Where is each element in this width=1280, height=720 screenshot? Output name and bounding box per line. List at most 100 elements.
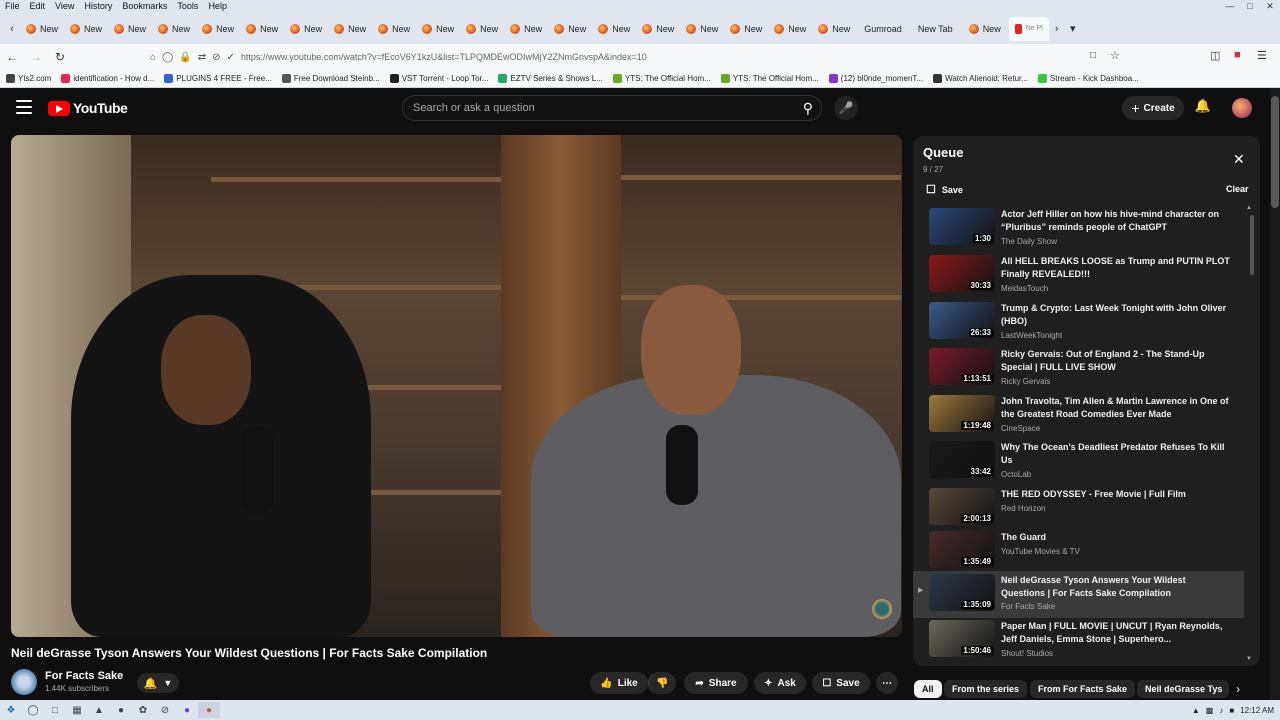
browser-tab[interactable]: New: [768, 17, 812, 41]
browser-tab[interactable]: New Tab: [910, 17, 961, 41]
mic-icon[interactable]: 🎤: [834, 96, 858, 120]
avatar[interactable]: [1232, 98, 1252, 118]
app-icon[interactable]: ●: [110, 702, 132, 718]
lock-icon[interactable]: 🔒: [179, 52, 191, 63]
volume-icon[interactable]: ♪: [1219, 706, 1223, 715]
bookmark-item[interactable]: Free Download Steinb...: [281, 74, 380, 83]
tray-chevron-icon[interactable]: ▲: [1192, 706, 1200, 715]
notifications-icon[interactable]: 🔔: [1193, 98, 1213, 118]
browser-tab[interactable]: Gumroad: [856, 17, 910, 41]
menu-icon[interactable]: [16, 100, 32, 114]
bookmark-item[interactable]: PLUGINS 4 FREE - Free...: [164, 74, 272, 83]
queue-item[interactable]: 1:13:51 Ricky Gervais: Out of England 2 -…: [913, 348, 1244, 394]
queue-item[interactable]: 1:30 Actor Jeff Hiller on how his hive-mi…: [913, 208, 1244, 254]
queue-thumbnail[interactable]: 1:35:49: [929, 531, 995, 568]
queue-item-title[interactable]: Why The Ocean's Deadliest Predator Refus…: [1001, 441, 1231, 467]
menu-item[interactable]: Help: [203, 0, 232, 13]
browser-tab[interactable]: New: [108, 17, 152, 41]
extensions-icon[interactable]: ◫: [1210, 49, 1220, 62]
queue-thumbnail[interactable]: 1:30: [929, 208, 995, 245]
save-button[interactable]: ☐ Save: [812, 672, 870, 694]
app-icon[interactable]: ✿: [132, 702, 154, 718]
start-icon[interactable]: ❖: [0, 702, 22, 718]
like-button[interactable]: 👍 Like: [590, 672, 648, 694]
more-actions-button[interactable]: ⋯: [876, 672, 898, 694]
queue-item[interactable]: 1:19:48 John Travolta, Tim Allen & Martin…: [913, 395, 1244, 441]
queue-thumbnail[interactable]: 1:19:48: [929, 395, 995, 432]
queue-item-title[interactable]: Paper Man | FULL MOVIE | UNCUT | Ryan Re…: [1001, 620, 1231, 646]
browser-tab[interactable]: New: [196, 17, 240, 41]
browser-tab[interactable]: New: [592, 17, 636, 41]
channel-avatar[interactable]: [11, 669, 37, 695]
queue-thumbnail[interactable]: 30:33: [929, 255, 995, 292]
browser-tab[interactable]: New: [328, 17, 372, 41]
maximize-icon[interactable]: □: [1240, 0, 1260, 13]
browser-tab[interactable]: New: [460, 17, 504, 41]
queue-thumbnail[interactable]: 1:35:09: [929, 574, 995, 611]
bookmark-item[interactable]: (12) bl0nde_momenT...: [828, 74, 923, 83]
browser-tab[interactable]: New: [504, 17, 548, 41]
reload-icon[interactable]: ↻: [48, 50, 72, 64]
queue-thumbnail[interactable]: 33:42: [929, 441, 995, 478]
filter-chip[interactable]: From For Facts Sake: [1030, 680, 1136, 698]
queue-item[interactable]: 30:33 All HELL BREAKS LOOSE as Trump and …: [913, 255, 1244, 301]
queue-item-title[interactable]: Ricky Gervais: Out of England 2 - The St…: [1001, 348, 1231, 374]
queue-item[interactable]: ▶ 1:35:09 Neil deGrasse Tyson Answers Your…: [913, 571, 1244, 618]
browser-tab[interactable]: New: [636, 17, 680, 41]
channel-name[interactable]: For Facts Sake: [45, 670, 123, 682]
queue-item-title[interactable]: THE RED ODYSSEY - Free Movie | Full Film: [1001, 488, 1231, 501]
browser-tab[interactable]: New: [20, 17, 64, 41]
app-icon[interactable]: ⊘: [154, 702, 176, 718]
app-menu-icon[interactable]: ☰: [1257, 49, 1267, 62]
queue-item-title[interactable]: Trump & Crypto: Last Week Tonight with J…: [1001, 302, 1231, 328]
queue-clear-button[interactable]: Clear: [1226, 184, 1249, 194]
browser-tab[interactable]: New: [416, 17, 460, 41]
browser-tab[interactable]: New: [64, 17, 108, 41]
subscription-bell-button[interactable]: 🔔 ▼: [137, 673, 179, 693]
close-icon[interactable]: ✕: [1233, 151, 1245, 168]
app-icon[interactable]: ●: [176, 702, 198, 718]
browser-tab[interactable]: New: [548, 17, 592, 41]
url-bar[interactable]: ⌂ ◯ 🔒 ⇄ ⊘ ✓ https://www.youtube.com/watc…: [150, 47, 1130, 67]
scroll-down-icon[interactable]: ▼: [1246, 656, 1252, 662]
minimize-icon[interactable]: —: [1220, 0, 1240, 13]
active-tab[interactable]: Ne Pl: [1008, 16, 1049, 41]
filter-chip[interactable]: From the series: [944, 680, 1028, 698]
queue-item-title[interactable]: The Guard: [1001, 531, 1231, 544]
back-icon[interactable]: ←: [0, 50, 24, 64]
tray-app-icon[interactable]: ■: [1229, 706, 1234, 715]
tab-list-icon[interactable]: ▾: [1065, 22, 1081, 35]
menu-item[interactable]: Bookmarks: [117, 0, 172, 13]
browser-tab[interactable]: New: [240, 17, 284, 41]
bookmark-star-icon[interactable]: ☆: [1110, 49, 1120, 62]
browser-tab[interactable]: New: [152, 17, 196, 41]
close-window-icon[interactable]: ✕: [1260, 0, 1280, 13]
browser-tab[interactable]: New: [961, 17, 1009, 41]
tab-scroll-left-icon[interactable]: ‹: [4, 23, 20, 35]
network-icon[interactable]: ▩: [1206, 706, 1214, 715]
scroll-up-icon[interactable]: ▲: [1246, 205, 1252, 211]
queue-item-title[interactable]: Neil deGrasse Tyson Answers Your Wildest…: [1001, 574, 1231, 600]
dislike-button[interactable]: 👎: [648, 672, 676, 694]
create-button[interactable]: + Create: [1122, 96, 1184, 120]
browser-tab[interactable]: New: [680, 17, 724, 41]
queue-item-title[interactable]: Actor Jeff Hiller on how his hive-mind c…: [1001, 208, 1231, 234]
reader-icon[interactable]: □: [1090, 50, 1096, 61]
app-icon[interactable]: ▲: [88, 702, 110, 718]
bookmark-item[interactable]: VST Torrent - Loop Tor...: [389, 74, 488, 83]
queue-item[interactable]: 1:50:46 Paper Man | FULL MOVIE | UNCUT | …: [913, 620, 1244, 666]
tracking-icon[interactable]: ⊘: [212, 52, 220, 63]
queue-item[interactable]: 33:42 Why The Ocean's Deadliest Predator …: [913, 441, 1244, 487]
addon-icon[interactable]: ■: [1234, 49, 1241, 61]
browser-tab[interactable]: New: [724, 17, 768, 41]
queue-item-title[interactable]: All HELL BREAKS LOOSE as Trump and PUTIN…: [1001, 255, 1231, 281]
bookmark-item[interactable]: Watch Alienoid: Retur...: [933, 74, 1028, 83]
queue-thumbnail[interactable]: 2:00:13: [929, 488, 995, 525]
filter-chip[interactable]: All: [914, 680, 942, 698]
url-text[interactable]: https://www.youtube.com/watch?v=fEcoV6Y1…: [241, 52, 647, 62]
firefox-icon[interactable]: ●: [198, 702, 220, 718]
clock[interactable]: 12:12 AM: [1240, 706, 1274, 715]
tab-scroll-right-icon[interactable]: ›: [1049, 23, 1065, 35]
bookmark-item[interactable]: YTS: The Official Hom...: [612, 74, 711, 83]
menu-item[interactable]: Edit: [25, 0, 51, 13]
